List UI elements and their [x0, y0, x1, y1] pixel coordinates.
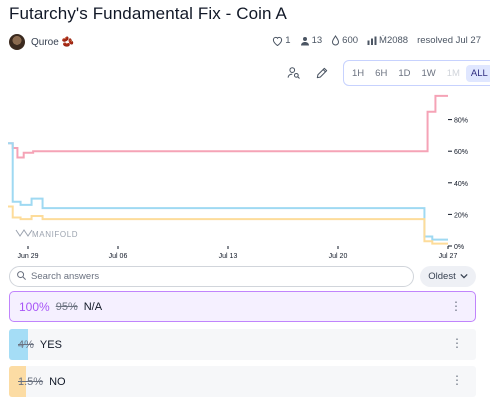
probability-chart[interactable]: 0% 20% 40% 60% 80% Jun 29 Jul 06 Jul 13 Jul 20 Ju…: [0, 88, 490, 262]
creator-name[interactable]: Quroe: [31, 37, 59, 48]
range-button-1m: 1M: [446, 67, 460, 79]
manifold-watermark: MANIFOLD: [15, 229, 78, 239]
traders-stat[interactable]: 13: [300, 35, 323, 46]
range-button-1d[interactable]: 1D: [393, 65, 415, 82]
y-tick-label: 40%: [454, 181, 468, 188]
time-range-selector: 1H 6H 1D 1W 1M ALL: [343, 60, 490, 86]
traders-count: 13: [311, 35, 323, 46]
volume-amount: Ṁ2088: [379, 35, 409, 46]
pencil-icon[interactable]: [311, 62, 333, 84]
series-line-na: [8, 94, 448, 159]
answer-row-yes[interactable]: 4% YES ⋮: [9, 329, 476, 360]
creator-emoji: 🫘: [61, 36, 75, 48]
market-title: Futarchy's Fundamental Fix - Coin A: [9, 4, 287, 23]
series-line-yes: [8, 142, 448, 241]
user-icon: [300, 36, 310, 46]
volume-stat: Ṁ2088: [367, 35, 408, 46]
sort-label: Oldest: [428, 271, 456, 282]
final-probability: 95%: [55, 300, 78, 313]
search-input[interactable]: [31, 271, 371, 282]
more-options-icon[interactable]: ⋮: [450, 300, 462, 312]
range-button-1w[interactable]: 1W: [416, 65, 440, 82]
answer-label: NO: [49, 375, 66, 388]
x-tick-label: Jul 06: [109, 253, 128, 260]
watermark-text: MANIFOLD: [32, 230, 78, 239]
x-tick-label: Jul 13: [219, 253, 238, 260]
answer-content: 100% 95% N/A: [10, 300, 102, 314]
answer-content: 4% YES: [9, 339, 62, 351]
y-tick-label: 20%: [454, 212, 468, 219]
answer-label: N/A: [83, 300, 103, 313]
probability-chart-svg: 0% 20% 40% 60% 80% Jun 29 Jul 06 Jul 13 Jul 20 Ju…: [8, 94, 468, 260]
range-button-6h[interactable]: 6H: [370, 65, 392, 82]
answer-row-na[interactable]: 100% 95% N/A ⋮: [9, 291, 476, 322]
market-meta: Quroe 🫘 1 13 600 Ṁ2088 resolved Jul 27: [9, 32, 481, 52]
final-probability: 1.5%: [18, 375, 44, 388]
resolution-status: resolved Jul 27: [417, 35, 481, 46]
answer-content: 1.5% NO: [9, 376, 66, 388]
answer-label: YES: [39, 338, 62, 351]
x-tick-label: Jul 20: [329, 253, 348, 260]
answers-search-row: Oldest: [9, 266, 476, 287]
chevron-down-icon: [460, 271, 468, 282]
search-box[interactable]: [9, 266, 414, 287]
market-stats: 1 13 600 Ṁ2088 resolved Jul 27: [272, 35, 481, 46]
more-options-icon[interactable]: ⋮: [451, 337, 463, 349]
final-probability: 4%: [18, 338, 34, 351]
bar-chart-icon: [367, 36, 377, 45]
range-button-1h[interactable]: 1H: [347, 65, 369, 82]
x-tick-label: Jun 29: [17, 253, 38, 260]
y-tick-label: 60%: [454, 149, 468, 156]
y-tick-label: 80%: [454, 118, 468, 125]
chart-toolbar: 1H 6H 1D 1W 1M ALL: [283, 60, 490, 86]
more-options-icon[interactable]: ⋮: [451, 374, 463, 386]
resolved-probability: 100%: [19, 299, 50, 314]
heart-icon: [272, 36, 283, 46]
sort-dropdown[interactable]: Oldest: [420, 266, 476, 287]
range-button-all[interactable]: ALL: [465, 64, 490, 82]
answer-row-no[interactable]: 1.5% NO ⋮: [9, 366, 476, 397]
y-tick-label: 0%: [454, 244, 464, 251]
bounty-amount: 600: [342, 35, 359, 46]
search-icon: [16, 268, 27, 286]
bounty-stat[interactable]: 600: [331, 35, 358, 46]
x-tick-label: Jul 27: [439, 253, 458, 260]
likes-count: 1: [285, 35, 291, 46]
droplet-icon: [331, 35, 340, 46]
likes-stat[interactable]: 1: [272, 35, 291, 46]
user-search-icon[interactable]: [283, 62, 305, 84]
creator-avatar[interactable]: [9, 34, 25, 50]
